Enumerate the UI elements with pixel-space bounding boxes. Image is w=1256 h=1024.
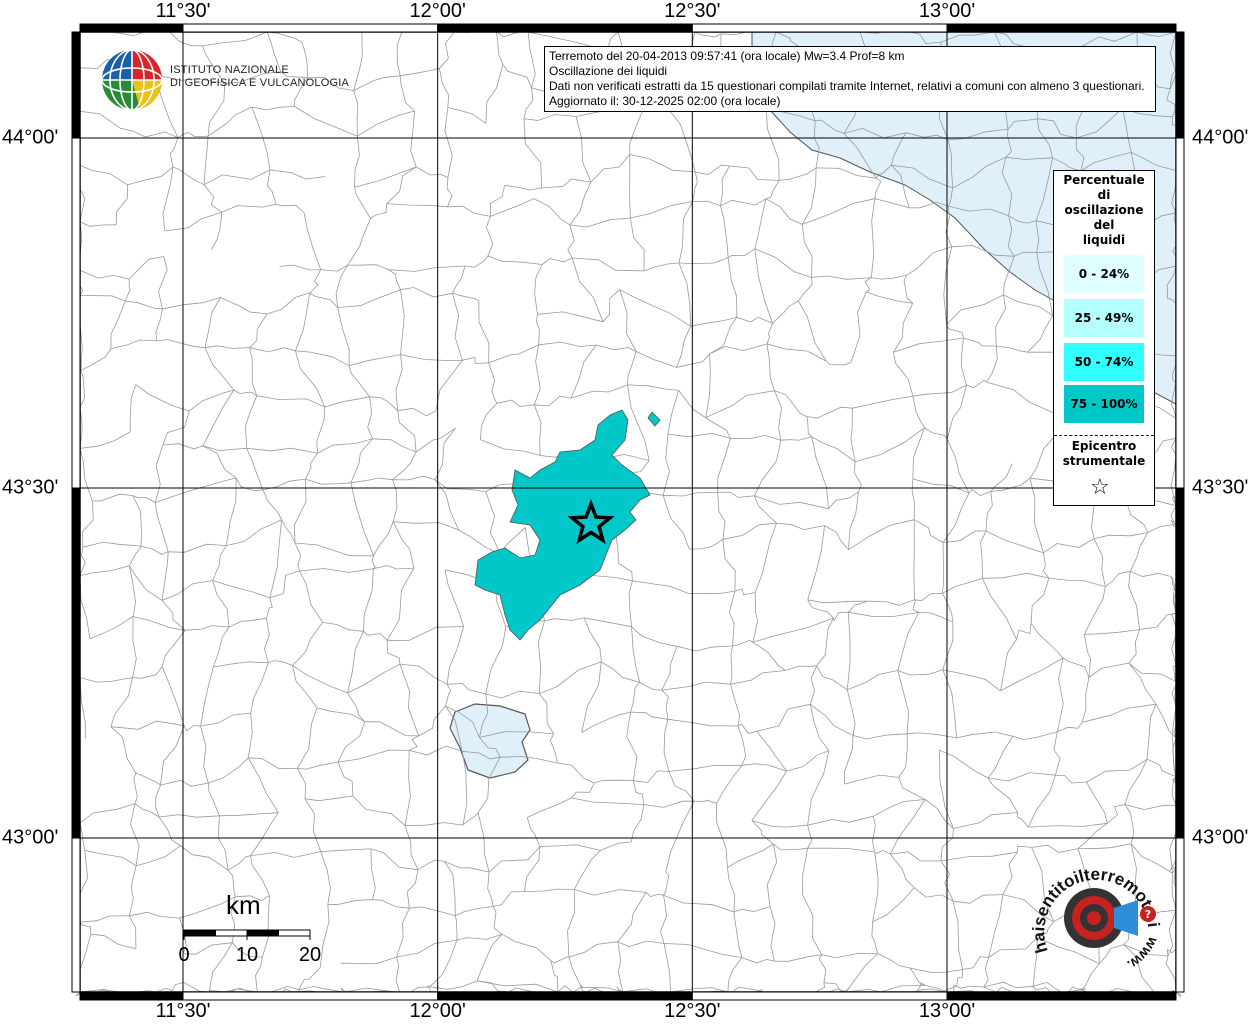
longitude-label: 11°30' [155,1000,211,1022]
latitude-label: 43°00' [1192,826,1249,849]
frame-bar-segment [71,137,81,489]
legend-epicenter: Epicentro strumentale [1054,439,1154,469]
legend-separator [1054,435,1154,436]
ingv-globe-icon [101,49,163,111]
legend-class-1: 25 - 49% [1064,299,1144,337]
scale-bar-graphic [183,929,311,940]
legend-title-line: di [1097,188,1111,202]
updated-timestamp: Aggiornato il: 30-12-2025 02:00 (ora loc… [549,94,781,108]
longitude-label: 12°00' [409,0,466,22]
haisentito-logo-url: www. [1125,934,1163,974]
legend-title-line: Percentuale [1063,173,1145,187]
longitude-label: 13°00' [918,0,976,22]
legend-title: Percentuale di oscillazione del liquidi [1054,171,1154,248]
frame-bar-segment [71,31,81,139]
frame-bar-segment [437,991,693,1001]
frame-bar-segment [1175,31,1185,139]
data-note: Dati non verificati estratti da 15 quest… [549,79,1145,93]
legend-title-line: liquidi [1082,233,1126,247]
frame-bar-segment [691,23,948,33]
frame-bar-segment [182,991,439,1001]
latitude-label: 43°30' [1192,476,1249,499]
legend-class-label: 25 - 49% [1074,311,1134,325]
ingv-name-line2: DI GEOFISICA E VULCANOLOGIA [170,77,349,89]
legend-class-label: 0 - 24% [1078,267,1130,281]
svg-text:www.: www. [1125,934,1163,974]
svg-text:?: ? [1145,908,1151,921]
frame-bar-segment [1175,487,1185,839]
frame-bar-segment [1175,837,1185,993]
ingv-name: ISTITUTO NAZIONALE DI GEOFISICA E VULCAN… [170,64,349,90]
legend-epicenter-line: Epicentro [1071,439,1137,453]
frame-bar-segment [946,991,1177,1001]
latitude-label: 44°00' [2,126,59,149]
legend-class-label: 50 - 74% [1074,355,1134,369]
longitude-label: 12°00' [409,1000,466,1022]
legend-class-2: 50 - 74% [1064,343,1144,381]
event-title: Terremoto del 20-04-2013 09:57:41 (ora l… [549,49,905,63]
legend-title-line: del [1093,218,1115,232]
frame-bar-segment [71,487,81,839]
legend-class-label: 75 - 100% [1070,397,1138,411]
latitude-label: 43°00' [2,826,59,849]
longitude-label: 12°30' [664,1000,721,1022]
latitude-label: 44°00' [1192,126,1249,149]
longitude-label: 11°30' [155,0,211,22]
legend-epicenter-line: strumentale [1062,454,1146,468]
frame-bar-segment [79,991,184,1001]
legend: Percentuale di oscillazione del liquidi … [1053,170,1155,506]
longitude-label: 13°00' [918,1000,976,1022]
legend-class-3: 75 - 100% [1064,385,1144,423]
longitude-label: 12°30' [664,0,721,22]
scale-unit: km [226,890,261,920]
haisentito-logo: haisentitoilterremoto.it www. ? [1030,856,1163,974]
legend-class-0: 0 - 24% [1064,255,1144,293]
municipality-boundary [913,519,915,600]
frame-bar-segment [71,837,81,993]
scale-bar: km 0 10 20 [178,890,330,970]
latitude-label: 43°30' [2,476,59,499]
frame-bar-segment [182,23,439,33]
frame-bar-segment [437,23,693,33]
star-icon: ☆ [1090,475,1110,500]
ingv-name-line1: ISTITUTO NAZIONALE [170,64,289,76]
scale-tick-0: 0 [178,944,190,966]
frame-bar-segment [1175,137,1185,489]
frame-bar-segment [691,991,948,1001]
map-subject: Oscillazione dei liquidi [549,64,668,78]
map-stage: 11°30' 12°00' 12°30' 13°00' 11°30' 12°00' 12°… [0,0,1256,1024]
event-info-box: Terremoto del 20-04-2013 09:57:41 (ora l… [544,46,1156,112]
scale-tick-10: 10 [235,944,259,966]
frame-bar-segment [79,23,184,33]
frame-bar-segment [946,23,1177,33]
scale-tick-20: 20 [298,944,322,966]
legend-title-line: oscillazione [1064,203,1144,217]
